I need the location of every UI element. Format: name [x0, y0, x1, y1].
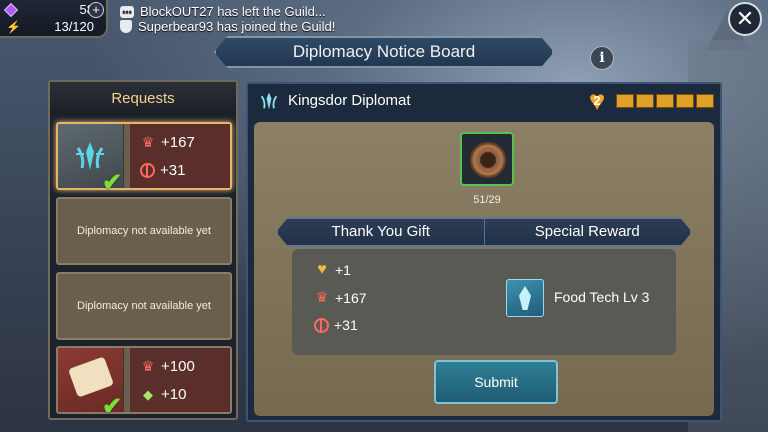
guild-notifications: ••• BlockOUT27 has left the Guild... Sup… — [120, 4, 335, 34]
diplomat-header: Kingsdor Diplomat ♥ 2 — [248, 84, 720, 118]
reward-value: +31 — [160, 162, 186, 179]
request-rewards: ♛ +100 ◆ +10 — [130, 348, 230, 412]
checkmark-icon: ✔ — [102, 393, 123, 420]
reward-line: +31 — [140, 162, 185, 179]
tab-special-reward: Special Reward — [483, 219, 691, 245]
food-tech-icon — [506, 279, 544, 317]
gift-value: +167 — [335, 289, 367, 306]
special-reward-label: Food Tech Lv 3 — [554, 289, 650, 305]
diplomacy-content: 51/29 Thank You Gift Special Reward ♥ +1… — [254, 122, 714, 416]
notification-item: Superbear93 has joined the Guild! — [120, 19, 335, 34]
gift-item: ♛ +167 — [314, 289, 367, 306]
reward-value: +10 — [161, 386, 187, 403]
reward-value: +167 — [161, 134, 195, 151]
gift-value: +1 — [335, 262, 351, 278]
close-button[interactable]: ✕ — [728, 2, 762, 36]
gem-value: 58 — [79, 2, 94, 17]
resource-panel: 58 ⚡ 13/120 + — [0, 0, 108, 38]
notification-text: BlockOUT27 has left the Guild... — [140, 4, 326, 19]
request-card-locked: Diplomacy not available yet — [56, 272, 232, 340]
requests-heading: Requests — [50, 82, 236, 116]
reward-value: +100 — [161, 358, 195, 375]
tag-icon: ◆ — [143, 386, 153, 402]
chat-icon: ••• — [120, 5, 134, 18]
reward-line: ◆ +10 — [140, 386, 186, 403]
gem-counter: 58 — [3, 2, 94, 17]
anchor-icon — [314, 317, 329, 333]
gift-item: +31 — [314, 317, 358, 333]
checkmark-icon: ✔ — [102, 169, 123, 196]
progress-segment — [656, 94, 674, 108]
add-gems-button[interactable]: + — [88, 2, 104, 18]
gift-value: +31 — [334, 317, 358, 333]
submit-button[interactable]: Submit — [434, 360, 558, 404]
info-button[interactable]: i — [590, 46, 614, 70]
page-title: Diplomacy Notice Board — [214, 36, 554, 68]
anchor-icon — [140, 163, 155, 178]
crown-icon: ♛ — [315, 289, 329, 305]
progress-segment — [696, 94, 714, 108]
request-rewards: ♛ +167 +31 — [130, 124, 230, 188]
request-card-scroll[interactable]: ♛ +100 ◆ +10 ✔ — [56, 346, 232, 420]
gem-icon — [3, 2, 19, 17]
shield-icon — [120, 20, 132, 33]
notification-text: Superbear93 has joined the Guild! — [138, 19, 336, 34]
heart-icon: ♥ — [317, 261, 327, 278]
reward-line: ♛ +100 — [140, 358, 195, 375]
request-card-locked: Diplomacy not available yet — [56, 197, 232, 265]
kingsdor-emblem-icon — [260, 92, 278, 110]
reward-list: ♥ +1 ♛ +167 +31 Food Tech Lv 3 — [292, 249, 676, 355]
reward-tabs: Thank You Gift Special Reward — [276, 217, 692, 247]
tab-thank-you-gift: Thank You Gift — [331, 223, 430, 240]
gear-icon — [470, 142, 506, 178]
requests-panel: Requests ♛ +167 +31 ✔ Diplomacy not avai… — [48, 80, 238, 420]
lightning-icon: ⚡ — [6, 19, 21, 34]
diplomat-panel: Kingsdor Diplomat ♥ 2 51/29 Thank You Gi… — [246, 82, 722, 422]
required-item[interactable] — [460, 132, 514, 186]
relationship-level: 2 — [593, 93, 601, 108]
energy-value: 13/120 — [54, 19, 94, 34]
progress-segment — [676, 94, 694, 108]
progress-segment — [636, 94, 654, 108]
item-count: 51/29 — [473, 194, 501, 206]
relationship-progress — [616, 94, 714, 108]
locked-text: Diplomacy not available yet — [77, 300, 211, 312]
energy-counter: ⚡ 13/120 — [6, 19, 94, 34]
crown-icon: ♛ — [141, 358, 155, 374]
reward-line: ♛ +167 — [140, 134, 195, 151]
notification-item: ••• BlockOUT27 has left the Guild... — [120, 4, 335, 19]
diplomat-title: Kingsdor Diplomat — [288, 92, 411, 109]
request-card-kingsdor[interactable]: ♛ +167 +31 ✔ — [56, 122, 232, 196]
crown-icon: ♛ — [141, 134, 155, 150]
locked-text: Diplomacy not available yet — [77, 225, 211, 237]
progress-segment — [616, 94, 634, 108]
gift-item: ♥ +1 — [314, 261, 351, 279]
